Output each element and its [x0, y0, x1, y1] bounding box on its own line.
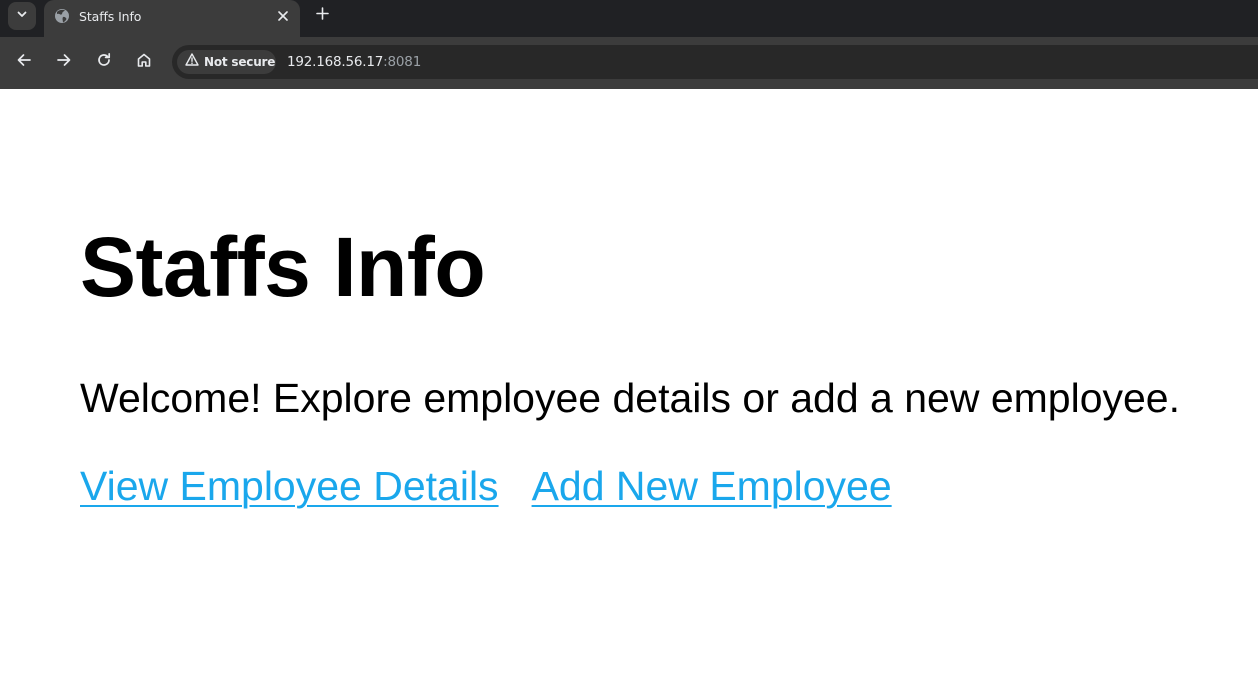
home-icon — [136, 52, 152, 73]
reload-icon — [96, 52, 112, 73]
globe-icon — [54, 8, 70, 24]
url-text[interactable]: 192.168.56.17:8081 — [287, 54, 421, 70]
page-content: Staffs Info Welcome! Explore employee de… — [0, 89, 1258, 692]
chevron-down-icon — [16, 7, 28, 25]
page-title: Staffs Info — [80, 220, 486, 314]
url-port: :8081 — [383, 54, 422, 70]
address-bar[interactable]: Not secure 192.168.56.17:8081 — [172, 45, 1258, 79]
tab-title: Staffs Info — [79, 9, 142, 24]
arrow-right-icon — [56, 52, 72, 73]
reload-button[interactable] — [91, 49, 117, 75]
close-icon[interactable] — [273, 6, 293, 26]
warning-icon — [185, 53, 199, 71]
new-tab-button[interactable] — [310, 4, 334, 28]
tab-active[interactable]: Staffs Info — [44, 0, 300, 37]
plus-icon — [315, 7, 329, 25]
security-indicator-button[interactable]: Not secure — [177, 50, 276, 74]
back-button[interactable] — [11, 49, 37, 75]
nav-links: View Employee Details Add New Employee — [80, 463, 892, 509]
security-label: Not secure — [204, 55, 276, 69]
add-new-employee-link[interactable]: Add New Employee — [532, 463, 892, 509]
tab-strip: Staffs Info — [0, 0, 1258, 37]
url-host: 192.168.56.17 — [287, 54, 384, 70]
tab-search-button[interactable] — [8, 2, 36, 30]
browser-toolbar: Not secure 192.168.56.17:8081 — [0, 37, 1258, 89]
browser-window: Staffs Info Not secure 192.168.56.17:808… — [0, 0, 1258, 692]
arrow-left-icon — [16, 52, 32, 73]
welcome-text: Welcome! Explore employee details or add… — [80, 375, 1180, 421]
view-employee-details-link[interactable]: View Employee Details — [80, 463, 499, 509]
home-button[interactable] — [131, 49, 157, 75]
forward-button[interactable] — [51, 49, 77, 75]
